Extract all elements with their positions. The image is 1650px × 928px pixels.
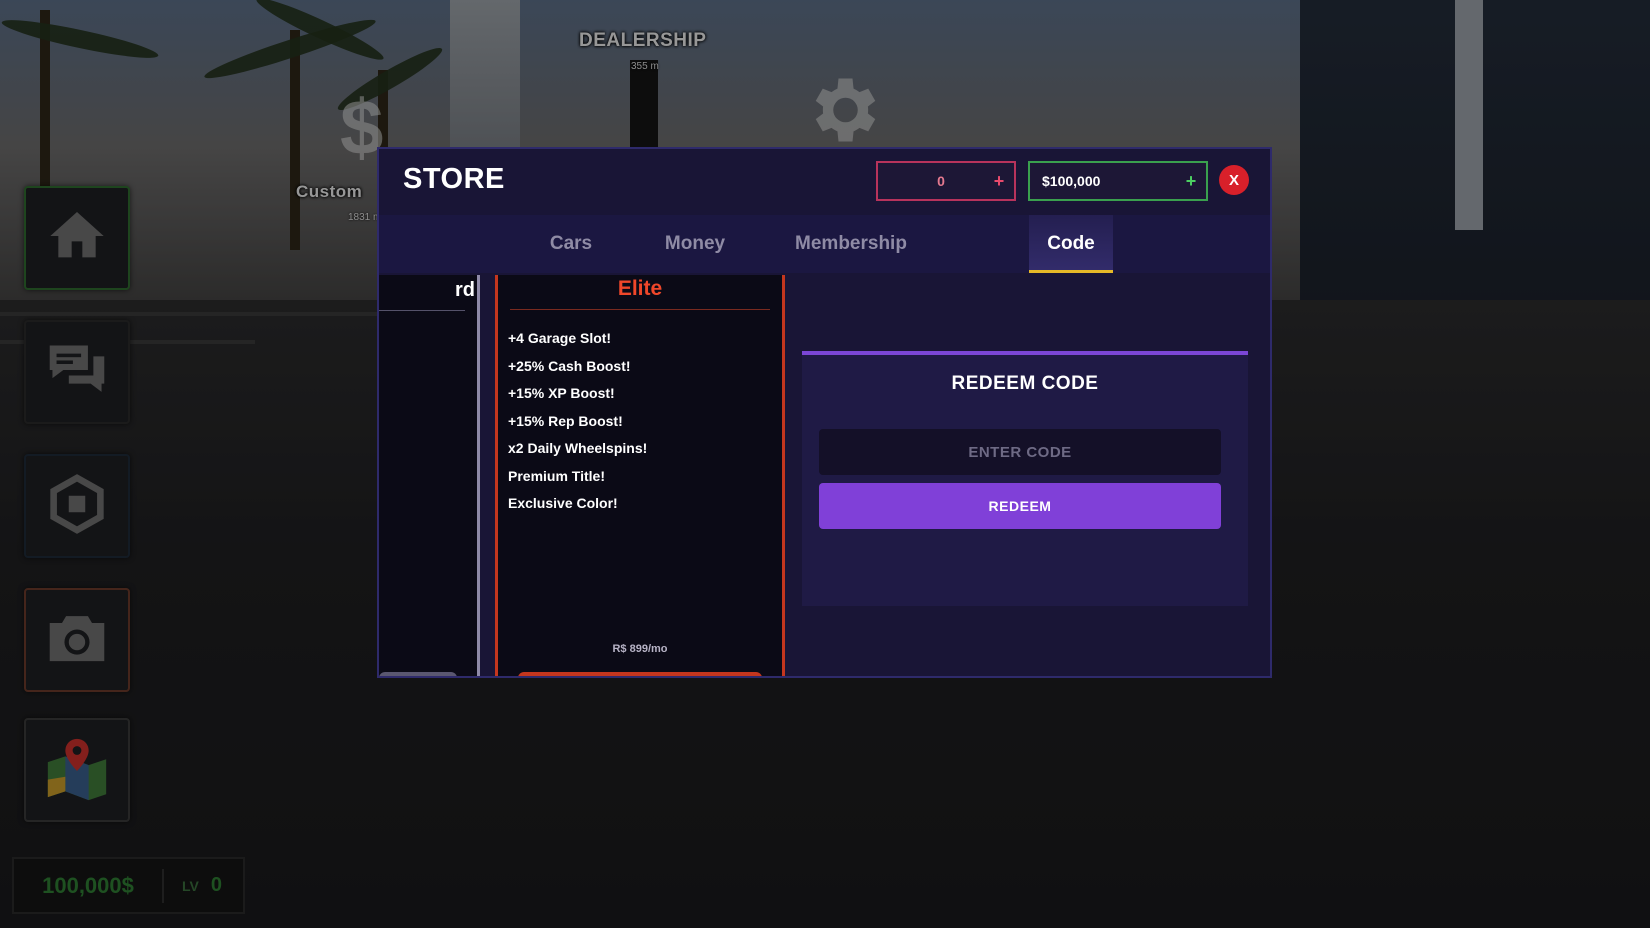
perk-item: +15% Rep Boost! (508, 412, 623, 429)
divider (379, 310, 465, 311)
membership-card-elite: Elite +4 Garage Slot! +25% Cash Boost! +… (495, 275, 785, 676)
perk-item: +15% XP Boost! (508, 385, 615, 401)
perk-item: x2 Daily Wheelspins! (508, 440, 648, 456)
tab-money[interactable]: Money (639, 215, 751, 273)
membership-card-title: rd (455, 279, 475, 301)
tab-code-label: Code (1047, 233, 1095, 254)
store-title: STORE (403, 163, 505, 195)
elite-buy-button[interactable] (518, 672, 762, 676)
elite-price: R$ 899/mo (612, 643, 668, 655)
elite-perks: +4 Garage Slot! +25% Cash Boost! +15% XP… (508, 325, 647, 518)
perk-item: Premium Title! (508, 467, 605, 484)
membership-buy-button[interactable] (379, 672, 457, 676)
tab-code[interactable]: Code (1029, 215, 1113, 273)
code-input[interactable] (819, 429, 1221, 475)
buy-robux-button[interactable]: + (984, 171, 1014, 192)
perk-item: Exclusive Color! (508, 495, 618, 511)
tab-membership[interactable]: Membership (773, 215, 929, 273)
close-button[interactable]: X (1219, 165, 1249, 195)
store-tabs: Cars Money Membership Code (379, 215, 1270, 273)
perk-item: +25% Cash Boost! (508, 357, 631, 374)
redeem-button[interactable]: REDEEM (819, 483, 1221, 529)
redeem-code-panel: REDEEM CODE REDEEM (802, 351, 1248, 606)
store-modal: STORE 0 + $100,000 + X Cars Money Member… (377, 147, 1272, 678)
tab-cars[interactable]: Cars (527, 215, 615, 273)
perk-item: +4 Garage Slot! (508, 330, 612, 346)
membership-card: rd (379, 275, 480, 676)
cash-balance: $100,000 + (1028, 161, 1208, 201)
robux-balance: 0 + (876, 161, 1016, 201)
elite-title: Elite (617, 277, 663, 300)
buy-cash-button[interactable]: + (1176, 171, 1206, 192)
robux-balance-value: 0 (937, 173, 945, 189)
cash-balance-value: $100,000 (1042, 173, 1101, 189)
divider (510, 309, 770, 310)
membership-cards: rd Elite +4 Garage Slot! +25% Cash Boost… (379, 275, 789, 676)
redeem-title: REDEEM CODE (951, 373, 1099, 394)
active-tab-indicator (1029, 270, 1113, 273)
